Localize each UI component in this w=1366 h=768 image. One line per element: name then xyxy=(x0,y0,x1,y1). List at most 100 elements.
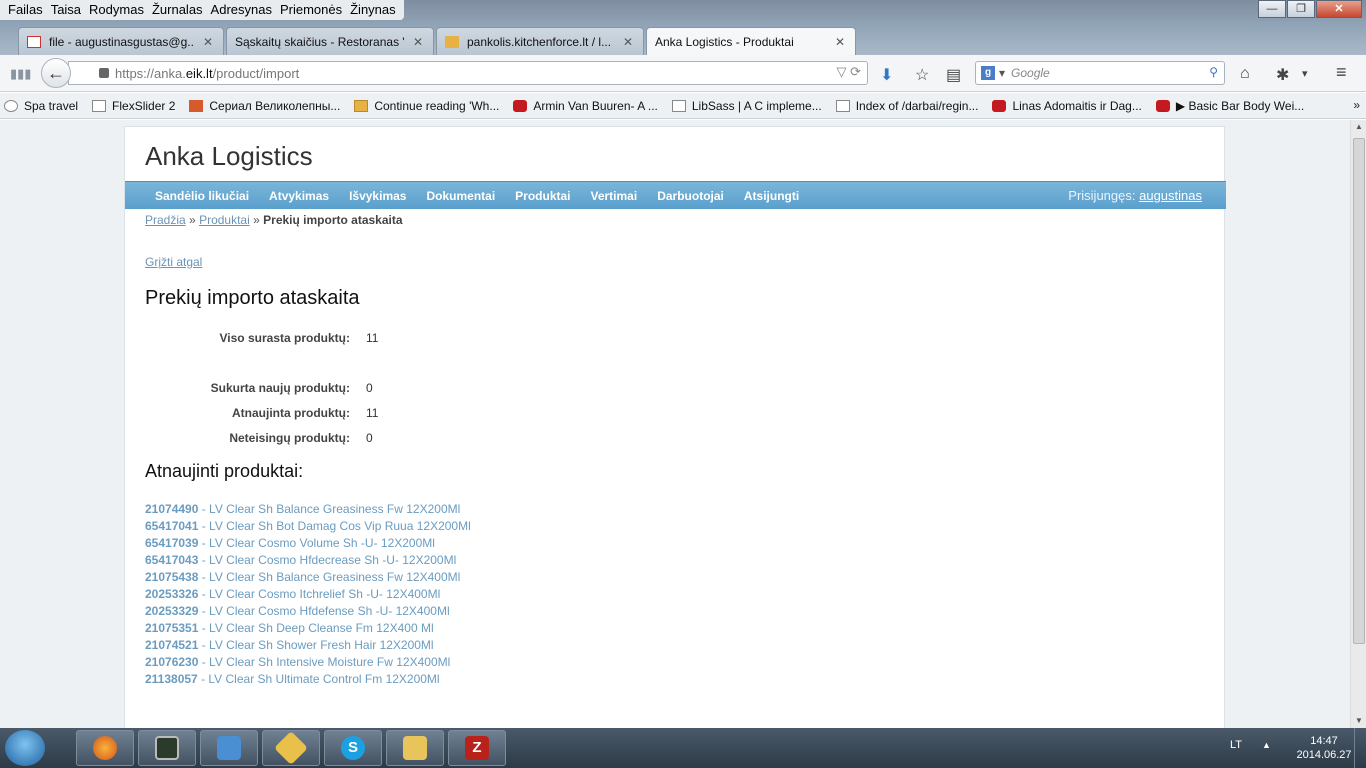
chevron-down-icon[interactable]: ▾ xyxy=(999,66,1005,80)
page-icon xyxy=(835,99,850,112)
maximize-button[interactable]: ❐ xyxy=(1287,0,1315,18)
report-title: Prekių importo ataskaita xyxy=(145,287,360,309)
bookmark-label: Linas Adomaitis ir Dag... xyxy=(1012,98,1142,113)
menu-tools[interactable]: Priemonės xyxy=(276,0,346,20)
login-label: Prisijungęs: xyxy=(1068,188,1136,203)
product-code: 21074521 xyxy=(145,638,199,652)
taskbar-winamp[interactable] xyxy=(262,730,320,766)
close-tab-icon[interactable]: ✕ xyxy=(413,35,423,49)
title-bar: Failas Taisa Rodymas Žurnalas Adresynas … xyxy=(0,0,1366,22)
bookmark-item[interactable]: FlexSlider 2 xyxy=(92,99,175,113)
taskbar-notebook[interactable] xyxy=(200,730,258,766)
breadcrumb-home[interactable]: Pradžia xyxy=(145,213,186,227)
clock[interactable]: 14:47 2014.06.27 xyxy=(1294,734,1354,762)
tray-expand-icon[interactable]: ▲ xyxy=(1262,740,1271,750)
tab-phpmyadmin[interactable]: pankolis.kitchenforce.lt / l... ✕ xyxy=(436,27,644,55)
menu-item-departure[interactable]: Išvykimas xyxy=(339,182,416,210)
menu-view[interactable]: Rodymas xyxy=(85,0,148,20)
youtube-icon xyxy=(1155,99,1170,112)
stat-total-found: Viso surasta produktų: 11 xyxy=(145,331,545,345)
close-tab-icon[interactable]: ✕ xyxy=(623,35,633,49)
bookmark-item[interactable]: Index of /darbai/regin... xyxy=(835,98,979,113)
menu-item-products[interactable]: Produktai xyxy=(505,182,580,210)
search-input[interactable]: g ▾ Google ⚲ xyxy=(975,61,1225,85)
taskbar-terminal[interactable] xyxy=(138,730,196,766)
menu-edit[interactable]: Taisa xyxy=(47,0,85,20)
product-link[interactable]: 21075438 - LV Clear Sh Balance Greasines… xyxy=(145,569,471,586)
product-link[interactable]: 65417041 - LV Clear Sh Bot Damag Cos Vip… xyxy=(145,518,471,535)
bookmark-item[interactable]: Spa travel xyxy=(4,99,78,113)
product-link[interactable]: 20253329 - LV Clear Cosmo Hfdefense Sh -… xyxy=(145,603,471,620)
product-name: - LV Clear Sh Bot Damag Cos Vip Ruua 12X… xyxy=(198,519,471,533)
back-button[interactable]: ← xyxy=(41,58,71,88)
back-link[interactable]: Grįžti atgal xyxy=(145,255,202,269)
search-icon[interactable]: ⚲ xyxy=(1209,65,1218,79)
menu-item-translations[interactable]: Vertimai xyxy=(581,182,648,210)
close-tab-icon[interactable]: ✕ xyxy=(835,35,845,49)
breadcrumb-products[interactable]: Produktai xyxy=(199,213,250,227)
chevron-right-icon[interactable]: » xyxy=(1353,98,1360,112)
language-indicator[interactable]: LT xyxy=(1230,739,1242,751)
menu-file[interactable]: Failas xyxy=(4,0,47,20)
chevron-down-icon[interactable]: ▾ xyxy=(1302,67,1308,80)
close-tab-icon[interactable]: ✕ xyxy=(203,35,213,49)
product-code: 65417039 xyxy=(145,536,199,550)
close-window-button[interactable]: ✕ xyxy=(1316,0,1362,18)
taskbar-firefox[interactable] xyxy=(76,730,134,766)
minimize-button[interactable]: — xyxy=(1258,0,1286,18)
tab-restoranas[interactable]: Sąskaitų skaičius - Restoranas "... ✕ xyxy=(226,27,434,55)
product-link[interactable]: 21075351 - LV Clear Sh Deep Cleanse Fm 1… xyxy=(145,620,471,637)
product-link[interactable]: 21076230 - LV Clear Sh Intensive Moistur… xyxy=(145,654,471,671)
clock-time: 14:47 xyxy=(1310,735,1338,747)
bookmark-item[interactable]: ▶ Basic Bar Body Wei... xyxy=(1155,99,1304,113)
bookmark-item[interactable]: Armin Van Buuren- A ... xyxy=(513,99,658,113)
phpmyadmin-icon xyxy=(354,99,369,112)
download-icon[interactable]: ⬇ xyxy=(880,65,893,85)
url-prefix: https://anka. xyxy=(115,65,186,81)
show-desktop-button[interactable] xyxy=(1354,728,1366,768)
bookmark-item[interactable]: LibSass | A C impleme... xyxy=(671,99,822,113)
menu-item-documents[interactable]: Dokumentai xyxy=(416,182,505,210)
taskbar-skype[interactable]: S xyxy=(324,730,382,766)
bookmark-label: Index of /darbai/regin... xyxy=(855,98,979,113)
product-link[interactable]: 65417039 - LV Clear Cosmo Volume Sh -U- … xyxy=(145,535,471,552)
bookmark-item[interactable]: Linas Adomaitis ir Dag... xyxy=(992,98,1142,113)
bookmark-label: Сериал Великолепны... xyxy=(209,98,341,113)
search-placeholder: Google xyxy=(1011,66,1050,80)
home-icon[interactable]: ⌂ xyxy=(1240,65,1250,83)
tab-anka-logistics[interactable]: Anka Logistics - Produktai ✕ xyxy=(646,27,856,55)
reload-icon[interactable]: ▽ ⟳ xyxy=(836,64,861,80)
menu-item-logout[interactable]: Atsijungti xyxy=(734,182,809,210)
scroll-up-icon[interactable]: ▲ xyxy=(1355,122,1363,131)
menu-item-stock[interactable]: Sandėlio likučiai xyxy=(145,182,259,210)
user-link[interactable]: augustinas xyxy=(1139,188,1202,203)
tab-label: file - augustinasgustas@g... xyxy=(49,34,195,49)
product-link[interactable]: 21074490 - LV Clear Sh Balance Greasines… xyxy=(145,501,471,518)
bookmark-item[interactable]: Сериал Великолепны... xyxy=(189,99,340,113)
bookmarks-list-icon[interactable]: ▤ xyxy=(946,65,961,85)
product-link[interactable]: 65417043 - LV Clear Cosmo Hfdecrease Sh … xyxy=(145,552,471,569)
bookmark-item[interactable]: Continue reading 'Wh... xyxy=(354,99,499,113)
menu-item-employees[interactable]: Darbuotojai xyxy=(647,182,734,210)
tab-gmail[interactable]: file - augustinasgustas@g... ✕ xyxy=(18,27,224,55)
scrollbar-thumb[interactable] xyxy=(1353,138,1365,644)
taskbar-filezilla[interactable]: Z xyxy=(448,730,506,766)
youtube-icon xyxy=(992,99,1007,112)
product-link[interactable]: 21074521 - LV Clear Sh Shower Fresh Hair… xyxy=(145,637,471,654)
address-bar[interactable]: https://anka. eik.lt/product/import ▽ ⟳ xyxy=(68,61,868,85)
menu-bookmarks[interactable]: Adresynas xyxy=(207,0,276,20)
product-link[interactable]: 20253326 - LV Clear Cosmo Itchrelief Sh … xyxy=(145,586,471,603)
start-button[interactable] xyxy=(5,730,45,766)
vertical-scrollbar[interactable]: ▲ ▼ xyxy=(1350,120,1366,728)
menu-icon[interactable]: ≡ xyxy=(1336,62,1347,83)
addon-icon[interactable]: ✱ xyxy=(1276,65,1289,85)
menu-history[interactable]: Žurnalas xyxy=(148,0,207,20)
scroll-down-icon[interactable]: ▼ xyxy=(1355,716,1363,725)
menu-item-arrival[interactable]: Atvykimas xyxy=(259,182,339,210)
terminal-icon xyxy=(155,736,179,760)
bookmark-label: FlexSlider 2 xyxy=(112,98,176,113)
product-link[interactable]: 21138057 - LV Clear Sh Ultimate Control … xyxy=(145,671,471,688)
taskbar-explorer[interactable] xyxy=(386,730,444,766)
bookmark-star-icon[interactable]: ☆ xyxy=(915,65,929,85)
menu-help[interactable]: Žinynas xyxy=(346,0,400,20)
